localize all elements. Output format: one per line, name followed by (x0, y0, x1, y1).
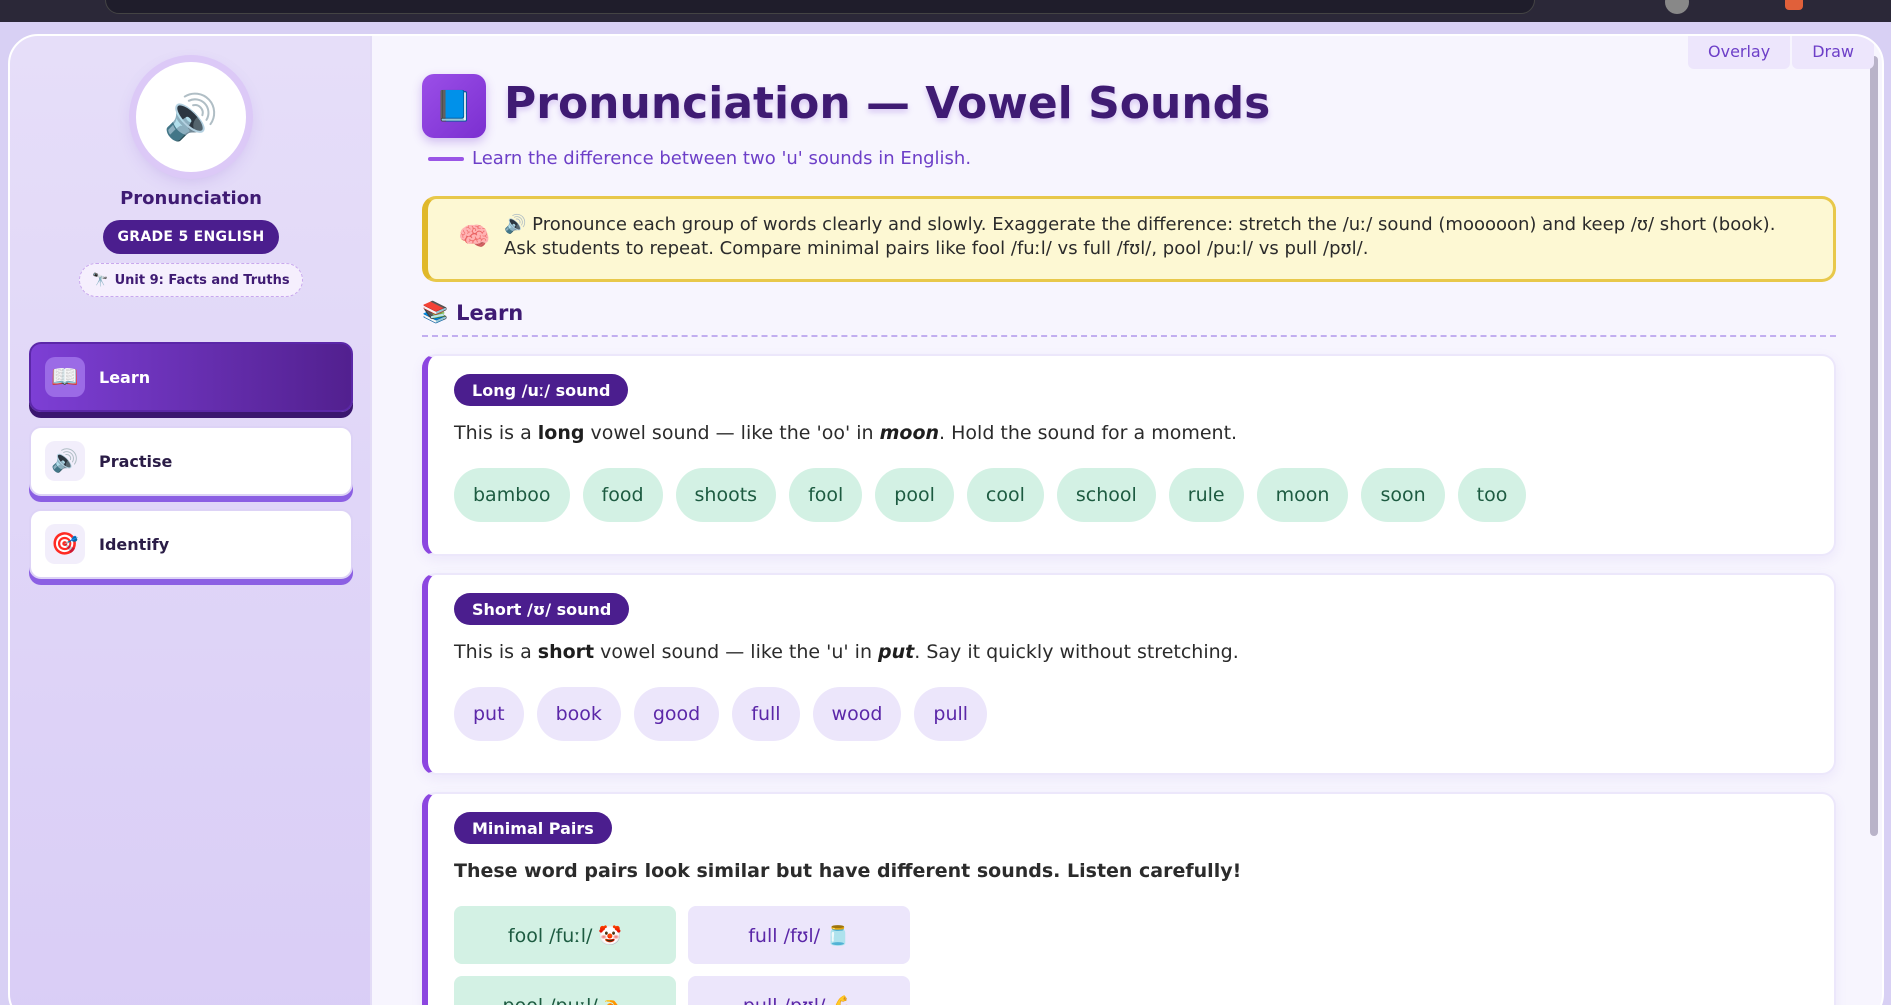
card-tag: Short /ʊ/ sound (454, 593, 630, 625)
draw-button[interactable]: Draw (1792, 36, 1874, 69)
text-emphasis: moon (879, 422, 940, 444)
card-description: These word pairs look similar but have d… (454, 860, 1242, 882)
minimal-pairs-card: Minimal Pairs These word pairs look simi… (422, 792, 1836, 1005)
word-chip[interactable]: shoots (675, 468, 777, 522)
pair-short[interactable]: pull /pʊl/ 💪 (688, 976, 910, 1005)
nav-label: Practise (99, 451, 173, 471)
brain-icon: 🧠 (458, 222, 491, 252)
teacher-tip: 🧠 🔊 Pronounce each group of words clearl… (422, 196, 1836, 282)
book-icon: 📘 (422, 74, 486, 138)
unit-label: Unit 9: Facts and Truths (114, 272, 290, 288)
nav-label: Identify (99, 534, 170, 554)
section-heading: 📚 Learn (422, 300, 523, 325)
target-icon: 🎯 (45, 524, 85, 564)
section-divider (422, 335, 1836, 337)
word-chip[interactable]: school (1056, 468, 1156, 522)
word-chip[interactable]: moon (1256, 468, 1349, 522)
profile-avatar-icon[interactable] (1665, 0, 1689, 14)
word-chip[interactable]: pull (914, 687, 988, 741)
section-title: Learn (456, 300, 524, 325)
word-chip[interactable]: bamboo (454, 468, 570, 522)
book-icon: 📖 (45, 357, 85, 397)
word-chip[interactable]: wood (812, 687, 902, 741)
unit-chip: 🔭 Unit 9: Facts and Truths (79, 263, 303, 297)
word-chip[interactable]: cool (966, 468, 1044, 522)
app-window: Overlay Draw 🔊 Pronunciation GRADE 5 ENG… (8, 34, 1884, 1005)
sidebar: 🔊 Pronunciation GRADE 5 ENGLISH 🔭 Unit 9… (10, 36, 372, 1005)
speaker-icon: 🔊 (163, 92, 219, 143)
text: . Hold the sound for a moment. (939, 422, 1238, 444)
extension-icon[interactable] (1785, 0, 1803, 10)
short-sound-card: Short /ʊ/ sound This is a short vowel so… (422, 573, 1836, 775)
telescope-icon: 🔭 (92, 272, 109, 288)
browser-toolbar (0, 0, 1891, 22)
word-chip[interactable]: good (633, 687, 720, 741)
card-description: This is a short vowel sound — like the '… (454, 641, 1239, 663)
app-name: Pronunciation (120, 188, 262, 209)
main-content: 📘 Pronunciation — Vowel Sounds Learn the… (372, 36, 1882, 1005)
nav-identify[interactable]: 🎯 Identify (29, 509, 353, 579)
word-chip[interactable]: rule (1168, 468, 1244, 522)
books-icon: 📚 (422, 300, 449, 324)
page-background: Overlay Draw 🔊 Pronunciation GRADE 5 ENG… (0, 22, 1891, 1005)
pair-long[interactable]: pool /puːl/ 🏊 (454, 976, 676, 1005)
top-tools: Overlay Draw (1688, 36, 1874, 69)
text: vowel sound — like the 'u' in (594, 641, 879, 663)
text: This is a (454, 422, 538, 444)
card-tag: Long /uː/ sound (454, 374, 629, 406)
pair-long[interactable]: fool /fuːl/ 🤡 (454, 906, 676, 964)
grade-badge: GRADE 5 ENGLISH (103, 220, 279, 254)
word-chips: bamboo food shoots fool pool cool school… (454, 468, 1527, 522)
text-bold: long (537, 422, 585, 444)
scrollbar[interactable] (1870, 56, 1878, 836)
word-chip[interactable]: too (1457, 468, 1527, 522)
page-title: Pronunciation — Vowel Sounds (504, 78, 1271, 129)
text-emphasis: put (878, 641, 915, 663)
long-sound-card: Long /uː/ sound This is a long vowel sou… (422, 354, 1836, 556)
speaker-icon: 🔊 (45, 441, 85, 481)
card-description: This is a long vowel sound — like the 'o… (454, 422, 1237, 444)
tip-text: Pronounce each group of words clearly an… (504, 214, 1776, 259)
speaker-logo-icon: 🔊 (136, 62, 246, 172)
word-chip[interactable]: pool (875, 468, 954, 522)
address-bar[interactable] (105, 0, 1535, 14)
text-bold: short (537, 641, 595, 663)
page-subtitle: Learn the difference between two 'u' sou… (472, 148, 972, 169)
speaker-icon: 🔊 (504, 214, 527, 235)
nav-practise[interactable]: 🔊 Practise (29, 426, 353, 496)
nav-label: Learn (99, 367, 151, 387)
nav-learn[interactable]: 📖 Learn (29, 342, 353, 412)
word-chips: put book good full wood pull (454, 687, 988, 741)
subtitle-accent (428, 157, 464, 161)
pairs-grid: fool /fuːl/ 🤡 full /fʊl/ 🫙 pool /puːl/ 🏊… (454, 906, 910, 1005)
card-tag: Minimal Pairs (454, 812, 612, 844)
text: This is a (454, 641, 538, 663)
overlay-button[interactable]: Overlay (1688, 36, 1791, 69)
word-chip[interactable]: food (582, 468, 663, 522)
word-chip[interactable]: fool (789, 468, 863, 522)
word-chip[interactable]: soon (1361, 468, 1445, 522)
word-chip[interactable]: full (732, 687, 800, 741)
word-chip[interactable]: book (536, 687, 621, 741)
text: . Say it quickly without stretching. (914, 641, 1239, 663)
text: vowel sound — like the 'oo' in (584, 422, 880, 444)
pair-short[interactable]: full /fʊl/ 🫙 (688, 906, 910, 964)
word-chip[interactable]: put (454, 687, 524, 741)
